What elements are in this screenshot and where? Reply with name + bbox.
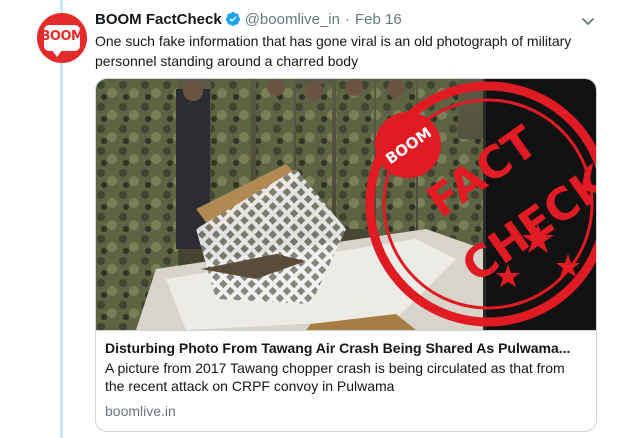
card-body[interactable]: Disturbing Photo From Tawang Air Crash B… <box>96 330 596 431</box>
chevron-down-icon[interactable] <box>580 13 596 29</box>
avatar[interactable]: BOOM <box>37 13 87 63</box>
avatar-logo-text: BOOM <box>40 29 84 44</box>
link-card[interactable]: FACT CHECK BOOM Disturbing Photo From Ta… <box>95 78 597 432</box>
thread-line <box>60 0 63 438</box>
tweet-text: One such fake information that has gone … <box>95 33 572 69</box>
tweet-header: BOOM FactCheck @boomlive_in · Feb 16 <box>95 9 402 29</box>
separator-dot: · <box>344 10 350 28</box>
card-domain[interactable]: boomlive.in <box>105 402 587 420</box>
card-title[interactable]: Disturbing Photo From Tawang Air Crash B… <box>105 339 587 357</box>
verified-badge-icon <box>225 12 240 26</box>
tweet-date[interactable]: Feb 16 <box>355 11 402 28</box>
card-photo: FACT CHECK BOOM <box>96 79 596 330</box>
user-handle[interactable]: @boomlive_in <box>245 11 340 28</box>
card-image[interactable]: FACT CHECK BOOM <box>96 79 596 330</box>
card-description: A picture from 2017 Tawang chopper crash… <box>105 360 565 394</box>
display-name[interactable]: BOOM FactCheck <box>95 11 222 28</box>
